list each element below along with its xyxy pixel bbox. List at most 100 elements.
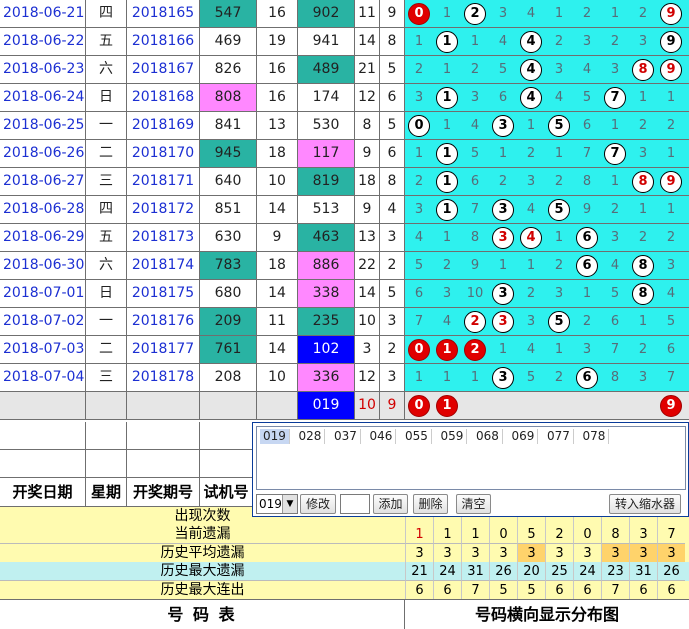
dist-cell: 3 bbox=[657, 252, 685, 279]
distribution-strip: 2125434389 bbox=[405, 56, 689, 84]
weekday: 六 bbox=[86, 56, 127, 84]
weekday: 四 bbox=[86, 0, 127, 28]
stat-value: 5 bbox=[517, 525, 545, 545]
stat-value: 21 bbox=[405, 562, 433, 582]
number-chip[interactable]: 059 bbox=[438, 429, 468, 444]
omission-number: 3 bbox=[414, 202, 424, 217]
number-select[interactable]: 019 ▼ bbox=[256, 494, 298, 514]
dist-cell: 3 bbox=[545, 56, 573, 83]
dist-cell: 1 bbox=[405, 28, 433, 55]
drawn-number-ball: 1 bbox=[436, 143, 458, 165]
footer-distribution-label: 号码横向显示分布图 bbox=[474, 605, 619, 624]
omission-number: 5 bbox=[414, 258, 424, 273]
number-select-value: 019 bbox=[259, 497, 282, 511]
omission-number: 2 bbox=[554, 34, 564, 49]
omission-number: 1 bbox=[414, 34, 424, 49]
number-chip[interactable]: 077 bbox=[544, 429, 574, 444]
dist-cell: 2 bbox=[461, 308, 489, 335]
omission-number: 8 bbox=[610, 370, 620, 385]
drawn-number-ball: 2 bbox=[464, 339, 486, 361]
dist-cell: 1 bbox=[405, 140, 433, 167]
number-input[interactable] bbox=[340, 494, 370, 514]
number-sum: 16 bbox=[257, 84, 298, 112]
issue-number: 2018173 bbox=[127, 224, 200, 252]
dist-cell: 5 bbox=[573, 84, 601, 111]
dist-cell: 4 bbox=[517, 84, 545, 111]
draw-date: 2018-07-02 bbox=[0, 308, 86, 336]
number-sum: 10 bbox=[257, 364, 298, 392]
number-chip[interactable]: 046 bbox=[367, 429, 397, 444]
number-chip[interactable]: 068 bbox=[473, 429, 503, 444]
omission-number: 2 bbox=[526, 146, 536, 161]
dist-cell: 5 bbox=[545, 308, 573, 335]
dist-cell: 6 bbox=[601, 308, 629, 335]
distribution-strip: 6 3 10 3 2 3 1 5 8 4 bbox=[405, 280, 689, 308]
add-button[interactable]: 添加 bbox=[373, 494, 408, 514]
omission-number: 7 bbox=[666, 370, 676, 385]
omission-number: 9 bbox=[470, 258, 480, 273]
number-chip[interactable]: 069 bbox=[509, 429, 539, 444]
dist-cell: 8 bbox=[461, 224, 489, 251]
stat-value: 3 bbox=[573, 543, 601, 563]
transfer-to-filter-button[interactable]: 转入缩水器 bbox=[609, 494, 681, 514]
trial-sum: 11 bbox=[355, 0, 380, 28]
trial-sum: 22 bbox=[355, 252, 380, 280]
stat-value: 24 bbox=[573, 562, 601, 582]
dist-cell: 8 bbox=[629, 252, 657, 279]
trial-sum: 12 bbox=[355, 84, 380, 112]
dist-cell: 9 bbox=[657, 168, 685, 195]
drawn-number-ball: 6 bbox=[576, 227, 598, 249]
drawn-number-ball: 5 bbox=[548, 199, 570, 221]
dist-cell: 2 bbox=[657, 224, 685, 251]
dist-cell: 5 bbox=[405, 252, 433, 279]
drawn-number-ball: 9 bbox=[660, 3, 682, 25]
winning-number: 630 bbox=[200, 224, 257, 252]
stat-value: 3 bbox=[629, 543, 657, 563]
stat-value: 8 bbox=[601, 525, 629, 545]
number-chip[interactable]: 028 bbox=[296, 429, 326, 444]
stat-value: 6 bbox=[405, 580, 433, 600]
stat-row: 历史平均遗漏 3 3 3 3 3 3 3 3 3 3 bbox=[0, 543, 689, 563]
number-chip[interactable]: 019 bbox=[260, 429, 290, 444]
trial-number: 338 bbox=[298, 280, 355, 308]
dist-cell: 3 bbox=[489, 280, 517, 307]
omission-number: 4 bbox=[526, 342, 536, 357]
table-row: 2018-06-30 六 2018174 783 18 886 22 2 5 2 9 1 1 2 6 4 8 3 bbox=[0, 252, 689, 280]
number-chip[interactable]: 055 bbox=[402, 429, 432, 444]
omission-number: 5 bbox=[498, 62, 508, 77]
drawn-number-ball: 3 bbox=[492, 115, 514, 137]
dist-cell: 1 bbox=[601, 0, 629, 27]
dist-cell: 5 bbox=[601, 280, 629, 307]
number-sum: 11 bbox=[257, 308, 298, 336]
footer-number-table-label: 号 码 表 bbox=[0, 600, 405, 629]
omission-number: 4 bbox=[554, 90, 564, 105]
issue-number: 2018167 bbox=[127, 56, 200, 84]
omission-number: 1 bbox=[442, 62, 452, 77]
draw-date: 2018-07-03 bbox=[0, 336, 86, 364]
number-chip[interactable]: 037 bbox=[331, 429, 361, 444]
weekday: 五 bbox=[86, 224, 127, 252]
number-chip[interactable]: 078 bbox=[580, 429, 610, 444]
clear-button[interactable]: 清空 bbox=[456, 494, 491, 514]
chevron-down-icon[interactable]: ▼ bbox=[282, 495, 297, 513]
omission-number: 1 bbox=[638, 90, 648, 105]
drawn-number-ball: 8 bbox=[632, 59, 654, 81]
dist-cell: 2 bbox=[657, 112, 685, 139]
stat-value: 0 bbox=[573, 525, 601, 545]
dist-cell: 1 bbox=[433, 224, 461, 251]
number-sum: 10 bbox=[257, 168, 298, 196]
drawn-number-ball: 7 bbox=[604, 87, 626, 109]
omission-number: 8 bbox=[582, 174, 592, 189]
edit-button[interactable]: 修改 bbox=[300, 494, 336, 514]
number-list-box[interactable]: 019 028 037 046 055 059 068 069 077 078 bbox=[256, 426, 686, 490]
distribution-strip: 0121413726 bbox=[405, 336, 689, 364]
stat-value: 3 bbox=[629, 525, 657, 545]
omission-number: 1 bbox=[470, 370, 480, 385]
drawn-number-ball: 0 bbox=[408, 395, 430, 417]
omission-number: 2 bbox=[610, 202, 620, 217]
omission-number: 2 bbox=[582, 6, 592, 21]
stat-value: 6 bbox=[545, 580, 573, 600]
omission-number: 4 bbox=[498, 34, 508, 49]
delete-button[interactable]: 删除 bbox=[413, 494, 448, 514]
omission-number: 4 bbox=[414, 230, 424, 245]
